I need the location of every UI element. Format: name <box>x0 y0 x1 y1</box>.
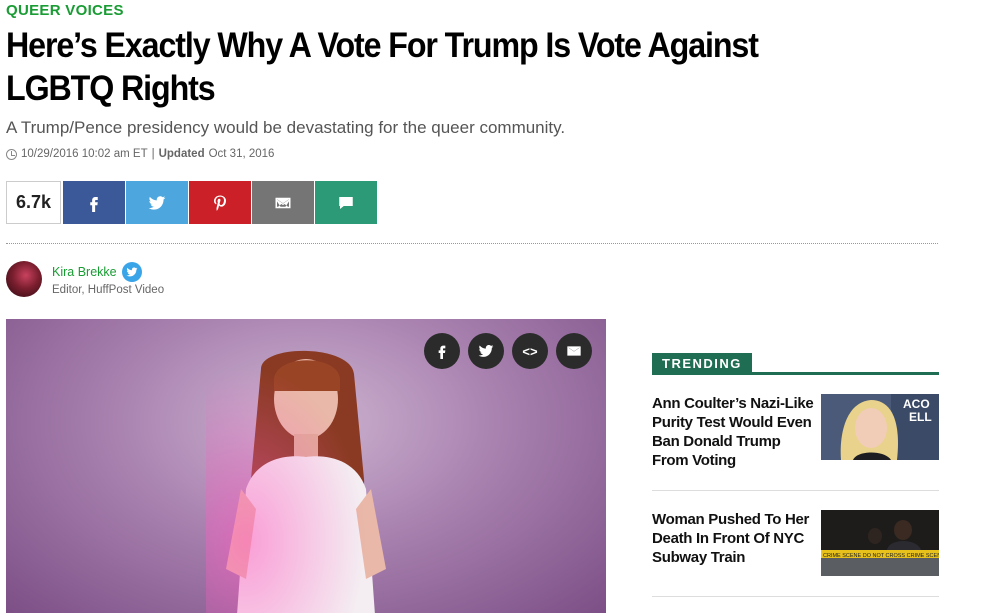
comment-share-button[interactable] <box>315 181 377 224</box>
twitter-follow-icon[interactable] <box>121 262 142 282</box>
trending-item-thumbnail[interactable]: ACO ELL <box>821 394 939 460</box>
email-icon <box>567 346 581 356</box>
author-title: Editor, HuffPost Video <box>52 284 165 296</box>
article-headline: Here’s Exactly Why A Vote For Trump Is V… <box>6 26 759 108</box>
meta-separator: | <box>151 148 155 160</box>
svg-text:ELL: ELL <box>909 410 932 424</box>
updated-date: Oct 31, 2016 <box>208 148 275 160</box>
twitter-share-button[interactable] <box>126 181 188 224</box>
trending-item-title[interactable]: Ann Coulter’s Nazi-Like Purity Test Woul… <box>652 394 820 470</box>
author-byline: Kira Brekke Editor, HuffPost Video <box>6 259 164 297</box>
trending-item[interactable]: Woman Pushed To Her Death In Front Of NY… <box>652 510 939 576</box>
trending-separator <box>652 490 939 491</box>
article-meta: 10/29/2016 10:02 am ET | Updated Oct 31,… <box>6 148 274 160</box>
share-bar: 6.7k <box>6 181 377 224</box>
facebook-share-button[interactable] <box>63 181 125 224</box>
trending-item[interactable]: Ann Coulter’s Nazi-Like Purity Test Woul… <box>652 394 939 470</box>
divider <box>6 243 938 244</box>
pinterest-icon <box>214 195 226 211</box>
email-icon <box>275 197 291 208</box>
timestamp: 10/29/2016 10:02 am ET <box>21 148 148 160</box>
trending-separator <box>652 596 939 597</box>
video-email-button[interactable] <box>556 333 592 369</box>
video-share-buttons: <> <box>424 333 592 369</box>
facebook-icon <box>90 196 98 212</box>
article-subhead: A Trump/Pence presidency would be devast… <box>6 118 566 137</box>
clock-icon <box>6 148 17 160</box>
share-count: 6.7k <box>6 181 61 224</box>
twitter-icon <box>478 345 494 357</box>
svg-text:ACO: ACO <box>903 397 930 411</box>
pinterest-share-button[interactable] <box>189 181 251 224</box>
video-twitter-button[interactable] <box>468 333 504 369</box>
facebook-icon <box>438 345 446 359</box>
twitter-icon <box>148 195 166 210</box>
email-share-button[interactable] <box>252 181 314 224</box>
updated-label: Updated <box>158 148 205 160</box>
section-label[interactable]: QUEER VOICES <box>6 2 124 19</box>
trending-item-thumbnail[interactable]: CRIME SCENE DO NOT CROSS CRIME SCENE <box>821 510 939 576</box>
embed-icon: <> <box>522 343 538 359</box>
video-thumbnail-person <box>206 339 406 613</box>
avatar[interactable] <box>6 261 42 297</box>
video-embed-button[interactable]: <> <box>512 333 548 369</box>
trending-header: TRENDING <box>652 353 939 375</box>
trending-item-title[interactable]: Woman Pushed To Her Death In Front Of NY… <box>652 510 820 576</box>
author-name-link[interactable]: Kira Brekke <box>52 265 117 279</box>
trending-label: TRENDING <box>652 353 752 372</box>
video-facebook-button[interactable] <box>424 333 460 369</box>
video-player[interactable]: <> <box>6 319 606 613</box>
comment-icon <box>339 196 353 209</box>
